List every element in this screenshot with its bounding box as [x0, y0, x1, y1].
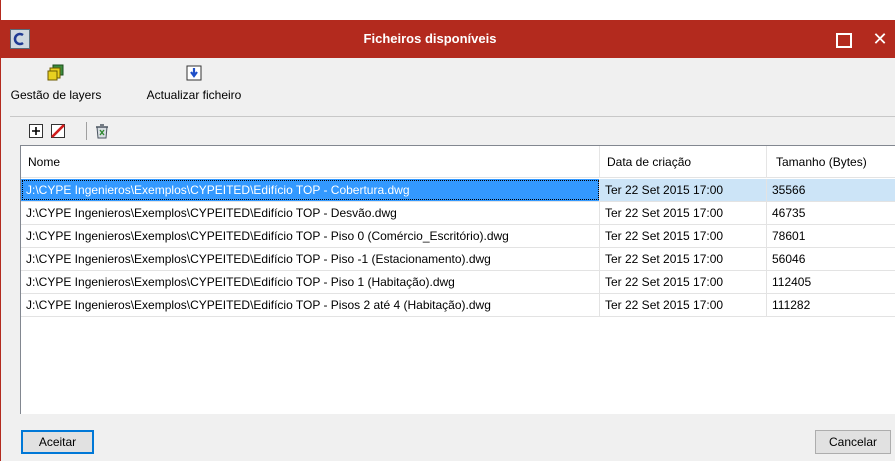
cell-date: Ter 22 Set 2015 17:00 — [600, 202, 767, 224]
delete-file-icon[interactable] — [50, 123, 66, 139]
table-row[interactable]: J:\CYPE Ingenieros\Exemplos\CYPEITED\Edi… — [21, 225, 895, 248]
cell-name: J:\CYPE Ingenieros\Exemplos\CYPEITED\Edi… — [21, 294, 600, 316]
cell-size: 35566 — [767, 179, 895, 201]
column-header-date[interactable]: Data de criação — [600, 146, 767, 178]
table-row[interactable]: J:\CYPE Ingenieros\Exemplos\CYPEITED\Edi… — [21, 294, 895, 317]
cell-name: J:\CYPE Ingenieros\Exemplos\CYPEITED\Edi… — [21, 179, 600, 201]
cell-date: Ter 22 Set 2015 17:00 — [600, 294, 767, 316]
cell-date: Ter 22 Set 2015 17:00 — [600, 271, 767, 293]
cell-date: Ter 22 Set 2015 17:00 — [600, 179, 767, 201]
cell-date: Ter 22 Set 2015 17:00 — [600, 248, 767, 270]
accept-button[interactable]: Aceitar — [21, 430, 94, 454]
cell-size: 112405 — [772, 275, 812, 289]
add-file-icon[interactable] — [28, 123, 44, 139]
update-file-icon — [186, 65, 202, 81]
maximize-icon[interactable] — [832, 29, 852, 49]
update-file-label: Actualizar ficheiro — [146, 88, 242, 102]
cell-date: Ter 22 Set 2015 17:00 — [600, 225, 767, 247]
title-bar[interactable]: Ficheiros disponíveis ✕ — [0, 20, 895, 58]
window-title: Ficheiros disponíveis — [363, 31, 497, 46]
cell-name: J:\CYPE Ingenieros\Exemplos\CYPEITED\Edi… — [21, 271, 600, 293]
cell-name: J:\CYPE Ingenieros\Exemplos\CYPEITED\Edi… — [21, 225, 600, 247]
table-row[interactable]: J:\CYPE Ingenieros\Exemplos\CYPEITED\Edi… — [21, 202, 895, 225]
column-header-name[interactable]: Nome — [21, 146, 600, 178]
main-toolbar: Gestão de layers Actualizar ficheiro — [0, 58, 895, 114]
table-row[interactable]: J:\CYPE Ingenieros\Exemplos\CYPEITED\Edi… — [21, 271, 895, 294]
close-icon[interactable]: ✕ — [868, 28, 892, 50]
dialog-window: Ficheiros disponíveis ✕ Gestão de layers… — [0, 0, 895, 461]
cell-size: 46735 — [772, 206, 806, 220]
file-toolbar — [0, 117, 895, 145]
button-bar: Aceitar Cancelar — [0, 414, 895, 461]
cancel-button[interactable]: Cancelar — [815, 430, 891, 454]
top-strip — [0, 0, 895, 20]
cell-name: J:\CYPE Ingenieros\Exemplos\CYPEITED\Edi… — [21, 248, 600, 270]
cell-size: 56046 — [772, 252, 806, 266]
files-table[interactable]: Nome Data de criação Tamanho (Bytes) J:\… — [20, 145, 895, 414]
layers-label: Gestão de layers — [10, 88, 102, 102]
table-header: Nome Data de criação Tamanho (Bytes) — [21, 146, 895, 178]
layers-button[interactable]: Gestão de layers — [6, 64, 106, 110]
toolbar-separator — [86, 122, 87, 140]
cell-size: 78601 — [772, 229, 806, 243]
column-header-size[interactable]: Tamanho (Bytes) — [767, 146, 895, 178]
table-row[interactable]: J:\CYPE Ingenieros\Exemplos\CYPEITED\Edi… — [21, 179, 895, 202]
recycle-icon[interactable] — [94, 123, 110, 139]
table-row[interactable]: J:\CYPE Ingenieros\Exemplos\CYPEITED\Edi… — [21, 248, 895, 271]
cell-size: 111282 — [772, 298, 811, 312]
update-file-button[interactable]: Actualizar ficheiro — [136, 64, 252, 110]
layers-icon — [47, 64, 64, 81]
cell-name: J:\CYPE Ingenieros\Exemplos\CYPEITED\Edi… — [21, 202, 600, 224]
